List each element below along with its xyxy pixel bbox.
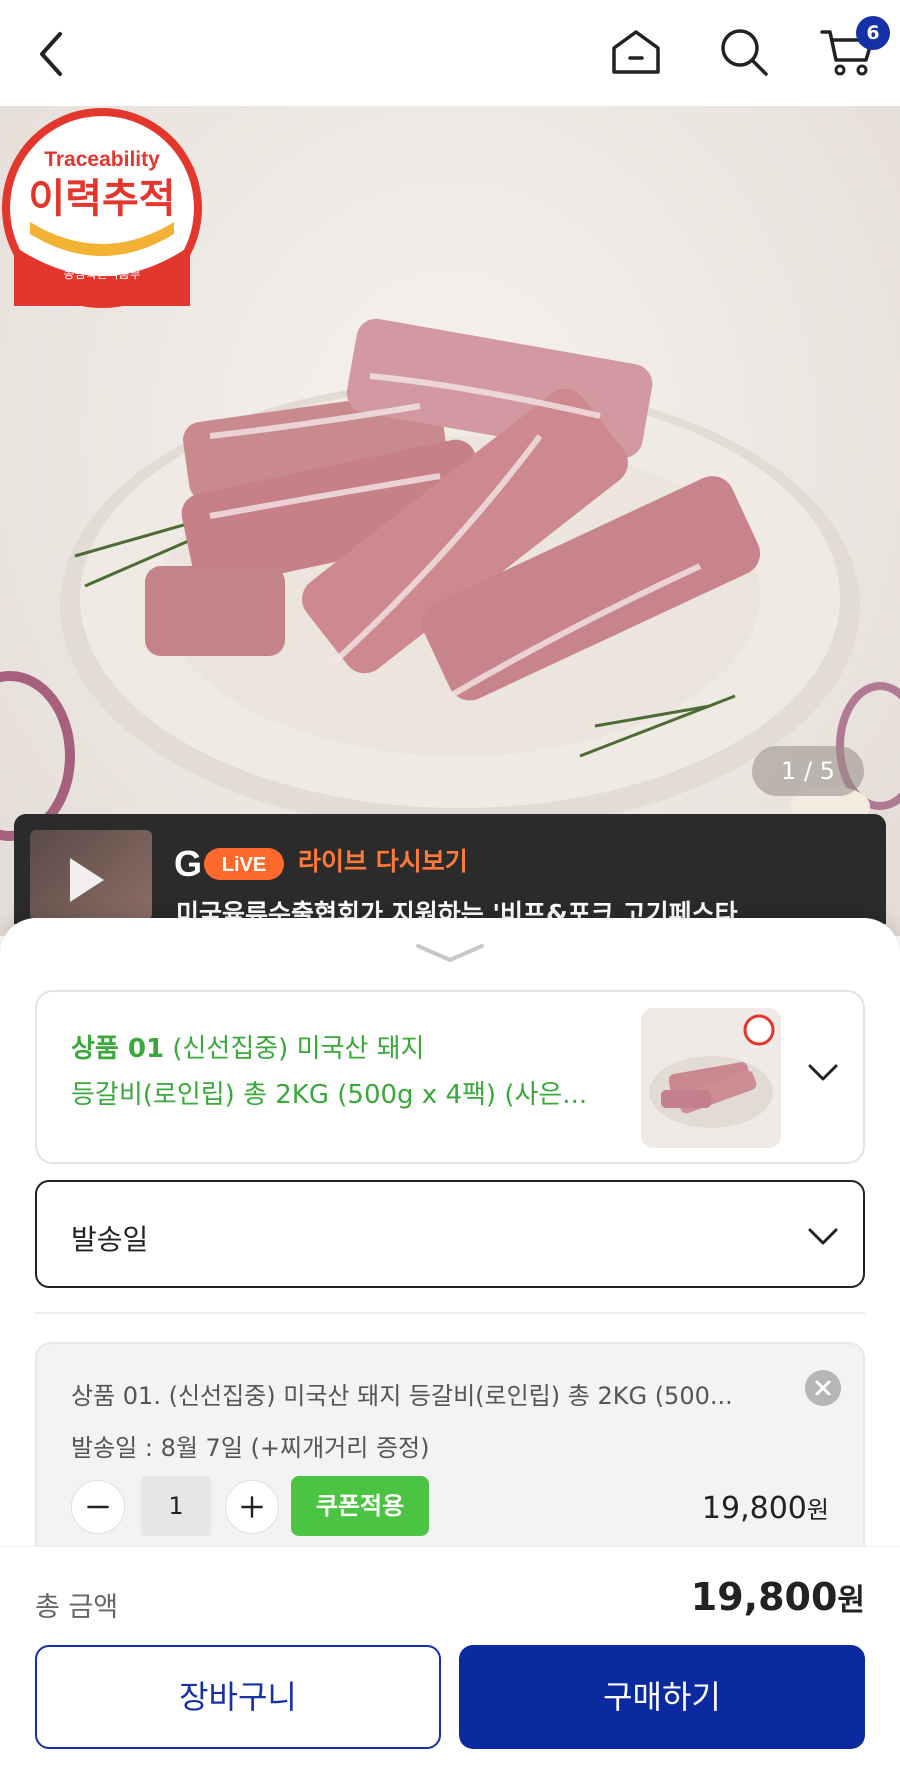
live-replay-banner[interactable]: G LiVE 라이브 다시보기 미국육류수출협회가 지원하는 '비프&포크 고기… bbox=[14, 814, 886, 928]
svg-text:G: G bbox=[174, 843, 202, 884]
seal-main-text: 이력추적 bbox=[28, 176, 175, 222]
product-image-carousel[interactable]: Traceability 이력추적 농림축산식품부 1 / 5 bbox=[0, 106, 900, 936]
image-counter: 1 / 5 bbox=[752, 746, 864, 796]
seal-top-text: Traceability bbox=[44, 148, 160, 171]
item-price-unit: 원 bbox=[806, 1496, 829, 1524]
cart-count-badge: 6 bbox=[856, 16, 890, 50]
total-amount: 19,800원 bbox=[691, 1575, 865, 1619]
selected-item-ship-date: 발송일 : 8월 7일 (+찌개거리 증정) bbox=[71, 1434, 430, 1462]
g-live-logo-icon: G LiVE bbox=[174, 843, 284, 884]
chevron-down-icon[interactable] bbox=[807, 1226, 839, 1248]
home-icon[interactable] bbox=[608, 24, 664, 80]
seal-bottom-text: 농림축산식품부 bbox=[63, 267, 140, 281]
selected-item-price: 19,800원 bbox=[702, 1490, 829, 1526]
total-amount-value: 19,800 bbox=[690, 1575, 838, 1619]
search-icon[interactable] bbox=[716, 24, 772, 80]
chevron-down-icon[interactable] bbox=[807, 1062, 839, 1084]
divider bbox=[35, 1312, 865, 1314]
live-title: 라이브 다시보기 bbox=[298, 847, 468, 876]
ship-date-select[interactable]: 발송일 bbox=[35, 1180, 865, 1288]
live-badge-text: LiVE bbox=[222, 854, 266, 876]
buy-now-button[interactable]: 구매하기 bbox=[459, 1645, 865, 1749]
selected-item-name: 상품 01. (신선집중) 미국산 돼지 등갈비(로인립) 총 2KG (500… bbox=[71, 1382, 733, 1410]
top-bar: 6 bbox=[0, 0, 900, 106]
product-option-text: 상품 01 (신선집중) 미국산 돼지 등갈비(로인립) 총 2KG (500g… bbox=[71, 1026, 631, 1118]
purchase-footer: 총 금액 19,800원 장바구니 구매하기 bbox=[0, 1546, 900, 1766]
quantity-value[interactable]: 1 bbox=[141, 1476, 211, 1536]
product-option-line2: 등갈비(로인립) 총 2KG (500g x 4팩) (사은... bbox=[71, 1080, 588, 1110]
product-option-select[interactable]: 상품 01 (신선집중) 미국산 돼지 등갈비(로인립) 총 2KG (500g… bbox=[35, 990, 865, 1164]
product-thumbnail bbox=[641, 1008, 781, 1148]
ship-date-label: 발송일 bbox=[71, 1223, 149, 1256]
add-to-cart-button[interactable]: 장바구니 bbox=[35, 1645, 441, 1749]
quantity-plus-button[interactable] bbox=[225, 1480, 279, 1534]
item-price-value: 19,800 bbox=[701, 1491, 807, 1526]
play-icon[interactable] bbox=[70, 858, 104, 902]
apply-coupon-button[interactable]: 쿠폰적용 bbox=[291, 1476, 429, 1536]
back-arrow-icon[interactable] bbox=[30, 28, 74, 80]
product-option-number: 상품 01 bbox=[71, 1034, 165, 1064]
traceability-seal-icon: Traceability 이력추적 농림축산식품부 bbox=[2, 108, 202, 308]
total-amount-unit: 원 bbox=[837, 1583, 865, 1618]
quantity-minus-button[interactable] bbox=[71, 1480, 125, 1534]
selected-item-card: 상품 01. (신선집중) 미국산 돼지 등갈비(로인립) 총 2KG (500… bbox=[35, 1342, 865, 1562]
product-option-line1: (신선집중) 미국산 돼지 bbox=[164, 1034, 425, 1064]
total-label: 총 금액 bbox=[35, 1592, 119, 1623]
sheet-collapse-handle-icon[interactable] bbox=[414, 942, 486, 964]
close-icon[interactable] bbox=[805, 1370, 841, 1406]
